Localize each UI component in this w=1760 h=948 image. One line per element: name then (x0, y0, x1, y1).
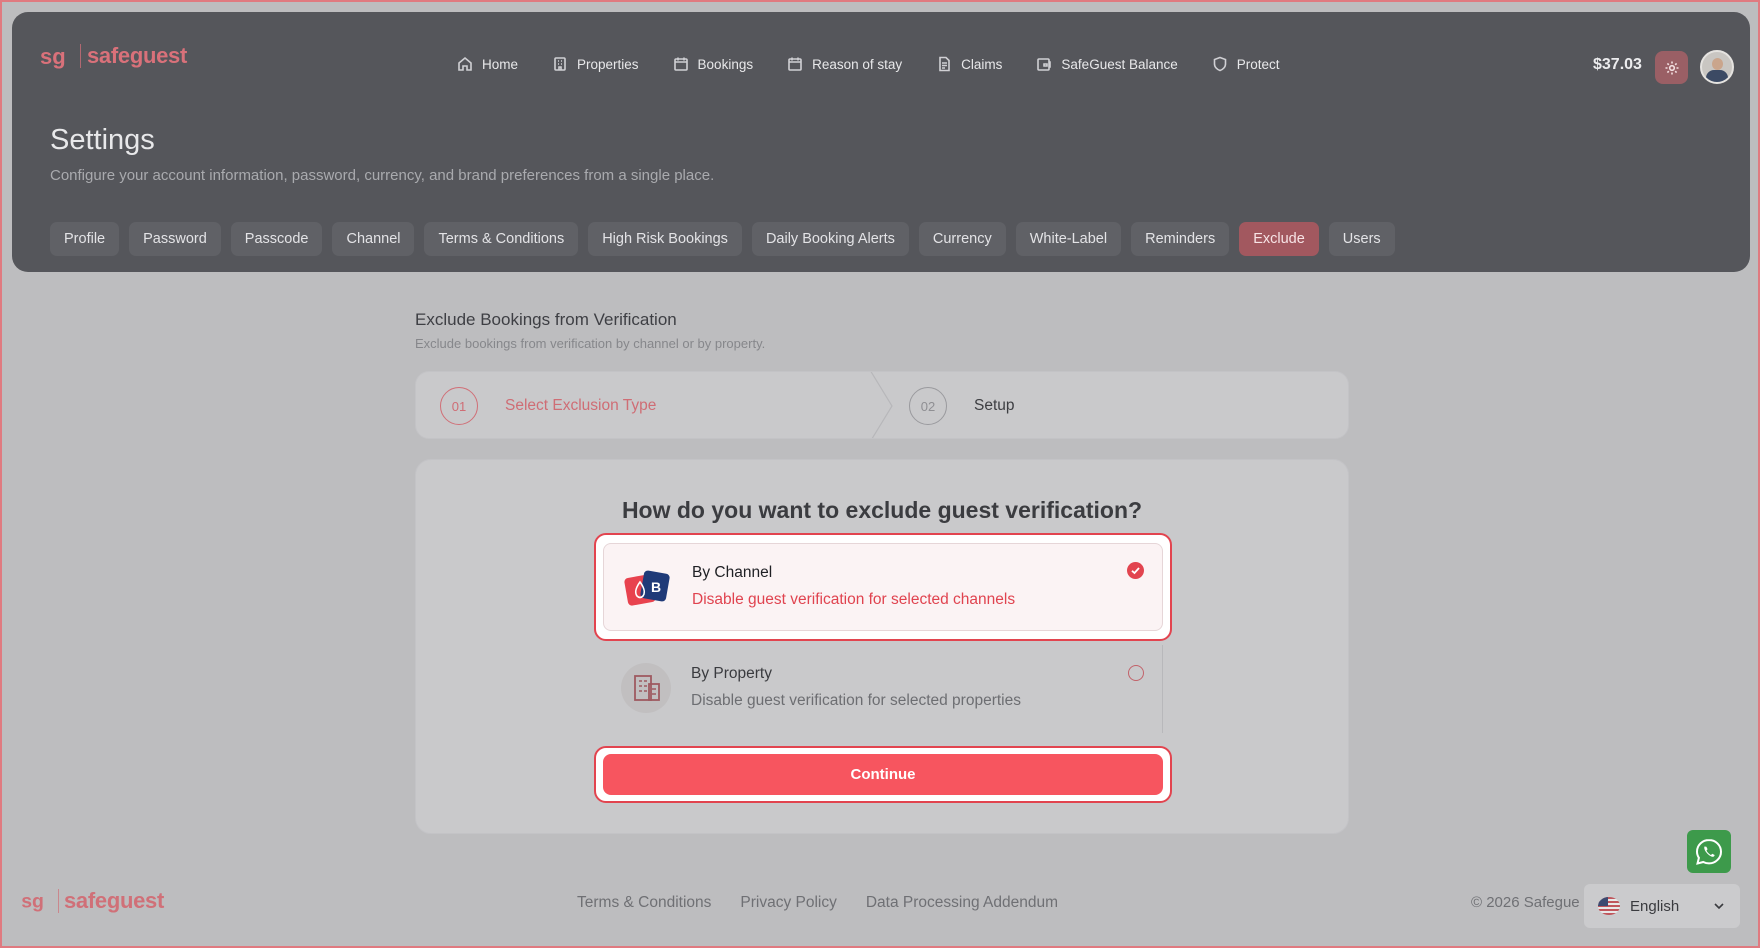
nav-label: Bookings (697, 56, 754, 72)
nav-properties[interactable]: Properties (552, 56, 639, 72)
step-number: 02 (909, 387, 947, 425)
page-title: Settings (50, 124, 155, 156)
tab-high-risk-bookings[interactable]: High Risk Bookings (588, 222, 742, 256)
step-2: 02 Setup (909, 372, 1015, 438)
nav-protect[interactable]: Protect (1212, 56, 1280, 72)
property-icon-bg (621, 663, 671, 713)
header: sg safeguest Home Properties Bookings Re… (12, 12, 1750, 272)
option-by-property[interactable]: By Property Disable guest verification f… (603, 645, 1163, 733)
nav-label: Claims (961, 56, 1003, 72)
tab-daily-booking-alerts[interactable]: Daily Booking Alerts (751, 222, 909, 256)
tab-white-label[interactable]: White-Label (1015, 222, 1122, 256)
shield-icon (1213, 56, 1227, 72)
settings-tabs: Profile Password Passcode Channel Terms … (50, 222, 1395, 256)
tab-reminders[interactable]: Reminders (1131, 222, 1230, 256)
step-number: 01 (440, 387, 478, 425)
step-1: 01 Select Exclusion Type (440, 372, 657, 438)
tab-currency[interactable]: Currency (918, 222, 1006, 256)
option-description: Disable guest verification for selected … (692, 591, 1016, 608)
nav-claims[interactable]: Claims (936, 56, 1002, 72)
svg-text:sg: sg (21, 891, 44, 913)
channel-logos-icon: B (624, 570, 670, 606)
settings-button[interactable] (1655, 51, 1688, 84)
section-subtitle: Exclude bookings from verification by ch… (415, 336, 766, 351)
account-balance: $37.03 (1593, 56, 1642, 73)
check-icon (1127, 562, 1144, 579)
option-by-channel[interactable]: B By Channel Disable guest verification … (603, 543, 1163, 631)
footer-links: Terms & Conditions Privacy Policy Data P… (577, 894, 1058, 912)
brand-name: safeguest (87, 43, 188, 68)
page-subtitle: Configure your account information, pass… (50, 167, 715, 184)
logo-separator (58, 889, 59, 913)
gear-icon (1665, 61, 1678, 74)
radio-unselected[interactable] (1128, 665, 1144, 681)
copyright: © 2026 Safegue (1471, 894, 1580, 911)
option-description: Disable guest verification for selected … (691, 692, 1021, 709)
calendar-icon (788, 57, 802, 71)
tab-passcode[interactable]: Passcode (230, 222, 323, 256)
stepper: 01 Select Exclusion Type 02 Setup (415, 371, 1349, 439)
nav-label: SafeGuest Balance (1061, 56, 1178, 72)
building-icon (554, 57, 566, 71)
whatsapp-button[interactable] (1687, 830, 1731, 873)
calendar-icon (673, 57, 688, 71)
logo-mark-icon: sg (40, 44, 66, 69)
logo-separator (80, 44, 81, 68)
building-icon (634, 675, 660, 701)
language-selector[interactable]: English (1584, 884, 1740, 928)
logo-mark-icon: sg (21, 891, 44, 913)
tab-channel[interactable]: Channel (332, 222, 415, 256)
footer-link-terms[interactable]: Terms & Conditions (577, 894, 711, 912)
wallet-icon (1037, 58, 1052, 71)
step-divider-chevron (870, 372, 893, 438)
section-title: Exclude Bookings from Verification (415, 310, 677, 329)
tab-password[interactable]: Password (129, 222, 221, 256)
nav-label: Protect (1236, 56, 1280, 72)
document-icon (939, 56, 950, 72)
home-icon (458, 56, 472, 71)
main-nav: Home Properties Bookings Reason of stay … (457, 56, 1280, 72)
language-label: English (1630, 897, 1680, 915)
user-avatar[interactable] (1700, 50, 1734, 84)
tab-terms-conditions[interactable]: Terms & Conditions (424, 222, 579, 256)
svg-text:sg: sg (40, 44, 66, 69)
nav-label: Reason of stay (812, 56, 903, 72)
tab-profile[interactable]: Profile (50, 222, 120, 256)
footer-link-dpa[interactable]: Data Processing Addendum (866, 894, 1058, 912)
nav-label: Properties (577, 56, 639, 72)
step-label: Select Exclusion Type (505, 397, 657, 414)
tab-users[interactable]: Users (1328, 222, 1395, 256)
nav-reason-of-stay[interactable]: Reason of stay (787, 56, 902, 72)
footer-logo[interactable]: sg safeguest (21, 888, 164, 914)
option-title: By Property (691, 665, 772, 682)
step-label: Setup (974, 397, 1015, 414)
us-flag-icon (1598, 897, 1620, 915)
nav-bookings[interactable]: Bookings (673, 56, 754, 72)
nav-label: Home (482, 56, 519, 72)
whatsapp-icon (1695, 838, 1723, 865)
option-title: By Channel (692, 564, 773, 581)
continue-button[interactable]: Continue (603, 754, 1163, 795)
footer-link-privacy[interactable]: Privacy Policy (740, 894, 836, 912)
exclusion-question: How do you want to exclude guest verific… (621, 497, 1143, 523)
chevron-down-icon (1714, 903, 1724, 910)
brand-logo[interactable]: sg safeguest (40, 42, 187, 70)
svg-text:B: B (651, 579, 661, 595)
tab-exclude[interactable]: Exclude (1239, 222, 1319, 256)
nav-safeguest-balance[interactable]: SafeGuest Balance (1036, 56, 1178, 72)
nav-home[interactable]: Home (457, 56, 518, 72)
brand-name: safeguest (64, 888, 165, 913)
